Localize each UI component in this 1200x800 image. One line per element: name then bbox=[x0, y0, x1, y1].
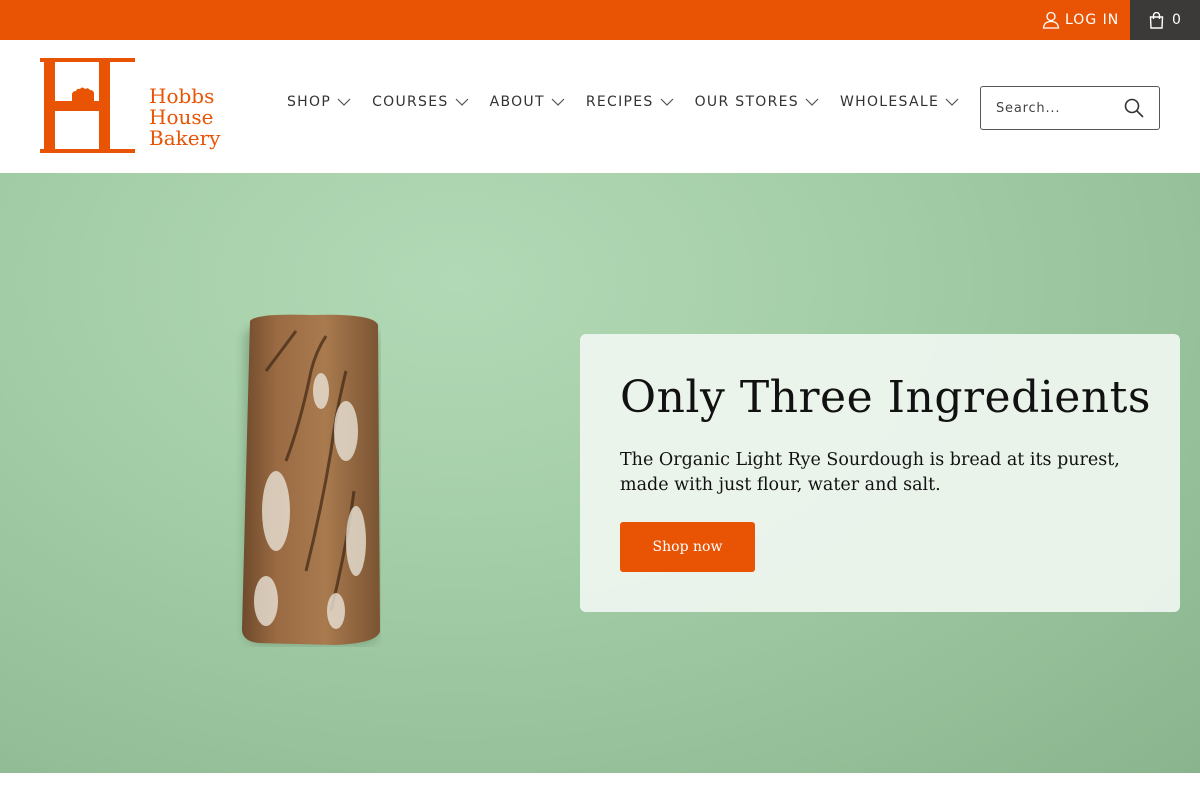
cart-count: 0 bbox=[1172, 12, 1181, 28]
hero-card: Only Three Ingredients The Organic Light… bbox=[580, 334, 1180, 612]
hero-banner: Only Three Ingredients The Organic Light… bbox=[0, 173, 1200, 773]
chevron-down-icon bbox=[660, 98, 674, 106]
logo-h-mark bbox=[40, 58, 135, 153]
nav-item-wholesale[interactable]: WHOLESALE bbox=[840, 94, 959, 110]
nav-item-recipes[interactable]: RECIPES bbox=[586, 94, 674, 110]
user-icon bbox=[1042, 11, 1060, 29]
search-icon[interactable] bbox=[1123, 97, 1145, 119]
shop-now-button[interactable]: Shop now bbox=[620, 522, 755, 572]
nav-label: RECIPES bbox=[585, 94, 654, 110]
hero-description: The Organic Light Rye Sourdough is bread… bbox=[620, 450, 1120, 495]
rye-loaf-image bbox=[242, 314, 380, 645]
top-bar: LOG IN 0 bbox=[0, 0, 1200, 40]
chevron-down-icon bbox=[551, 98, 565, 106]
nav-label: WHOLESALE bbox=[839, 94, 940, 110]
main-nav: SHOP COURSES ABOUT RECIPES OUR STORES WH… bbox=[287, 94, 980, 110]
logo-line: Hobbs bbox=[149, 84, 215, 108]
chevron-down-icon bbox=[455, 98, 469, 106]
nav-label: OUR STORES bbox=[694, 94, 799, 110]
chevron-down-icon bbox=[805, 98, 819, 106]
site-logo[interactable]: Hobbs House Bakery bbox=[40, 58, 230, 156]
site-header: Hobbs House Bakery SHOP COURSES ABOUT RE… bbox=[0, 40, 1200, 173]
cart-button[interactable]: 0 bbox=[1130, 0, 1200, 40]
chevron-down-icon bbox=[337, 98, 351, 106]
login-label: LOG IN bbox=[1065, 12, 1120, 28]
search-input[interactable] bbox=[996, 98, 1116, 118]
nav-label: COURSES bbox=[372, 94, 449, 110]
logo-wordmark: Hobbs House Bakery bbox=[149, 86, 220, 149]
hero-title: Only Three Ingredients bbox=[620, 372, 1151, 423]
nav-item-shop[interactable]: SHOP bbox=[287, 94, 351, 110]
logo-line: Bakery bbox=[149, 126, 221, 150]
login-link[interactable]: LOG IN bbox=[1042, 0, 1119, 40]
shopping-bag-icon bbox=[1149, 11, 1164, 29]
search-box bbox=[980, 86, 1160, 130]
nav-item-courses[interactable]: COURSES bbox=[372, 94, 469, 110]
logo-line: House bbox=[149, 105, 214, 129]
nav-item-our-stores[interactable]: OUR STORES bbox=[695, 94, 819, 110]
nav-item-about[interactable]: ABOUT bbox=[490, 94, 565, 110]
chevron-down-icon bbox=[945, 98, 959, 106]
nav-label: ABOUT bbox=[489, 94, 545, 110]
nav-label: SHOP bbox=[287, 94, 332, 110]
